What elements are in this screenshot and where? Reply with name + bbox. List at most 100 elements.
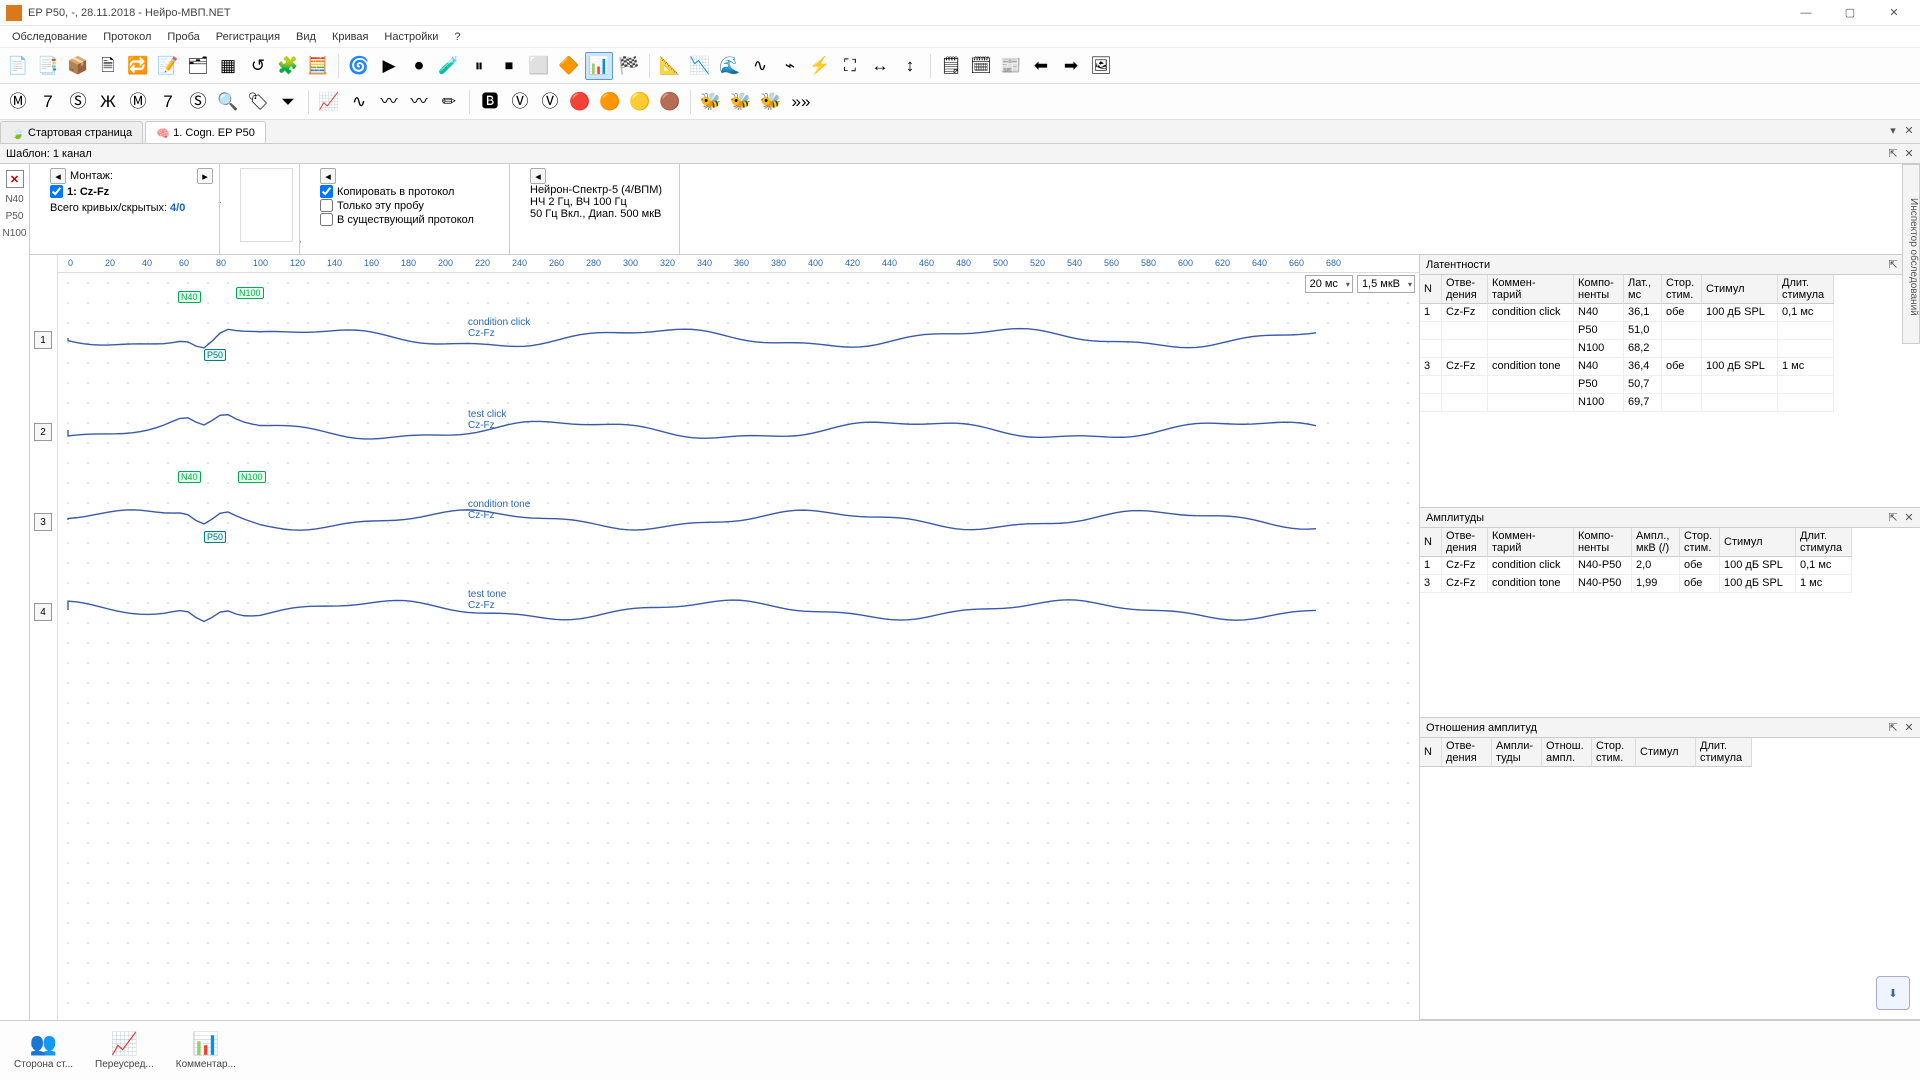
trace-num-1[interactable]: 1	[34, 331, 52, 349]
bottom-Сторона ст...[interactable]: 👥Сторона ст...	[10, 1029, 77, 1072]
toolbar1-btn-24[interactable]: 📉	[686, 52, 714, 80]
latgrid-cell[interactable]: 68,2	[1624, 340, 1662, 358]
ratiogrid-header[interactable]: Отве- дения	[1442, 738, 1492, 767]
latgrid-cell[interactable]: обе	[1662, 304, 1702, 322]
toolbar1-btn-10[interactable]: 🧮	[304, 52, 332, 80]
latgrid-cell[interactable]	[1662, 376, 1702, 394]
toolbar1-btn-30[interactable]: ↔	[866, 52, 894, 80]
toolbar1-btn-0[interactable]: 📄	[4, 52, 32, 80]
menu-Проба[interactable]: Проба	[159, 26, 207, 47]
ampgrid-cell[interactable]: N40-P50	[1574, 557, 1632, 575]
toolbar2-btn-15[interactable]: ✏	[435, 88, 463, 116]
latgrid-cell[interactable]	[1488, 322, 1574, 340]
toolbar2-btn-4[interactable]: Ⓜ	[124, 88, 152, 116]
ampgrid-cell[interactable]: 1,99	[1632, 575, 1680, 593]
latgrid-cell[interactable]: condition tone	[1488, 358, 1574, 376]
toolbar2-btn-12[interactable]: ∿	[345, 88, 373, 116]
bottom-Переусред...[interactable]: 📈Переусред...	[91, 1029, 158, 1072]
latgrid-cell[interactable]: N100	[1574, 340, 1624, 358]
ampgrid-cell[interactable]: 1 мс	[1796, 575, 1852, 593]
latgrid-cell[interactable]	[1442, 394, 1488, 412]
toolbar2-btn-21[interactable]: 🟠	[596, 88, 624, 116]
latgrid-cell[interactable]	[1662, 340, 1702, 358]
toolbar1-btn-28[interactable]: ⚡	[806, 52, 834, 80]
comments-input[interactable]	[240, 168, 293, 242]
toolbar2-btn-0[interactable]: Ⓜ	[4, 88, 32, 116]
toolbar1-btn-19[interactable]: 🔶	[555, 52, 583, 80]
waveform-area[interactable]: 1234 02040608010012014016018020022024026…	[30, 255, 1420, 1020]
trace-num-3[interactable]: 3	[34, 513, 52, 531]
ampgrid-cell[interactable]: обе	[1680, 557, 1720, 575]
latgrid-cell[interactable]: N40	[1574, 358, 1624, 376]
ampgrid-cell[interactable]: 2,0	[1632, 557, 1680, 575]
latgrid-cell[interactable]	[1488, 394, 1574, 412]
amplitude-close-icon[interactable]: ✕	[1902, 510, 1916, 524]
toolbar2-btn-2[interactable]: Ⓢ	[64, 88, 92, 116]
toolbar2-btn-23[interactable]: 🟤	[656, 88, 684, 116]
scroll-down-button[interactable]: ⬇	[1876, 976, 1910, 1010]
latgrid-header[interactable]: Стор. стим.	[1662, 275, 1702, 304]
amp-prev-button[interactable]: ◂	[530, 168, 546, 184]
toolbar2-btn-22[interactable]: 🟡	[626, 88, 654, 116]
toolbar1-btn-17[interactable]: ⏹	[495, 52, 523, 80]
toolbar1-btn-9[interactable]: 🧩	[274, 52, 302, 80]
latgrid-cell[interactable]	[1662, 322, 1702, 340]
latgrid-cell[interactable]: 100 дБ SPL	[1702, 358, 1778, 376]
toolbar1-btn-23[interactable]: 📐	[656, 52, 684, 80]
protocol-opt1-checkbox[interactable]	[320, 185, 333, 198]
ampgrid-cell[interactable]: 3	[1420, 575, 1442, 593]
latgrid-cell[interactable]: 0,1 мс	[1778, 304, 1834, 322]
latgrid-cell[interactable]	[1778, 394, 1834, 412]
tabs-close-icon[interactable]: ✕	[1902, 123, 1916, 137]
toolbar1-btn-38[interactable]: 🖼	[1087, 52, 1115, 80]
latgrid-cell[interactable]: Cz-Fz	[1442, 304, 1488, 322]
toolbar2-btn-9[interactable]: ⏷	[274, 88, 302, 116]
toolbar1-btn-35[interactable]: 📰	[997, 52, 1025, 80]
channel-1-checkbox[interactable]	[50, 185, 63, 198]
latgrid-cell[interactable]	[1778, 340, 1834, 358]
latgrid-cell[interactable]	[1662, 394, 1702, 412]
toolbar2-btn-3[interactable]: Ж	[94, 88, 122, 116]
latgrid-cell[interactable]	[1420, 376, 1442, 394]
ampgrid-header[interactable]: Компо- ненты	[1574, 528, 1632, 557]
latgrid-cell[interactable]	[1442, 322, 1488, 340]
ampgrid-header[interactable]: Коммен- тарий	[1488, 528, 1574, 557]
tab-Стартовая страница[interactable]: 🍃Стартовая страница	[0, 121, 143, 143]
latgrid-cell[interactable]: P50	[1574, 376, 1624, 394]
toolbar1-btn-26[interactable]: ∿	[746, 52, 774, 80]
latgrid-cell[interactable]	[1420, 322, 1442, 340]
ampgrid-header[interactable]: Ампл., мкВ (/)	[1632, 528, 1680, 557]
latgrid-cell[interactable]	[1420, 340, 1442, 358]
minimize-button[interactable]: —	[1786, 2, 1826, 24]
toolbar2-btn-19[interactable]: Ⓥ	[536, 88, 564, 116]
toolbar2-btn-8[interactable]: 🏷	[244, 88, 272, 116]
protocol-opt2-checkbox[interactable]	[320, 199, 333, 212]
ampgrid-cell[interactable]: N40-P50	[1574, 575, 1632, 593]
latgrid-cell[interactable]	[1442, 376, 1488, 394]
protocol-opt3-checkbox[interactable]	[320, 213, 333, 226]
toolbar2-btn-25[interactable]: 🐝	[697, 88, 725, 116]
toolbar1-btn-6[interactable]: 🗂	[184, 52, 212, 80]
ampgrid-cell[interactable]: обе	[1680, 575, 1720, 593]
toolbar1-btn-31[interactable]: ↕	[896, 52, 924, 80]
channels-next-button[interactable]: ▸	[197, 168, 213, 184]
toolbar1-btn-27[interactable]: ⌁	[776, 52, 804, 80]
gutter-label-n100[interactable]: N100	[0, 228, 29, 239]
toolbar1-btn-4[interactable]: 🔁	[124, 52, 152, 80]
bottom-Комментар...[interactable]: 📊Комментар...	[172, 1029, 240, 1072]
toolbar2-btn-27[interactable]: 🐝	[757, 88, 785, 116]
ratiogrid-header[interactable]: Ампли- туды	[1492, 738, 1542, 767]
protocol-prev-button[interactable]: ◂	[320, 168, 336, 184]
toolbar1-btn-14[interactable]: ⏺	[405, 52, 433, 80]
toolbar2-btn-20[interactable]: 🔴	[566, 88, 594, 116]
gutter-close-button[interactable]: ✕	[6, 170, 24, 188]
latgrid-header[interactable]: Лат., мс	[1624, 275, 1662, 304]
latgrid-cell[interactable]	[1778, 376, 1834, 394]
menu-Вид[interactable]: Вид	[288, 26, 324, 47]
ampl-scale-select[interactable]: 1,5 мкВ	[1357, 275, 1415, 293]
toolbar1-btn-3[interactable]: 🗎	[94, 52, 122, 80]
toolbar2-btn-14[interactable]: 〰	[405, 88, 433, 116]
ratiogrid-header[interactable]: N	[1420, 738, 1442, 767]
ratiogrid-header[interactable]: Отнош. ампл.	[1542, 738, 1592, 767]
toolbar1-btn-13[interactable]: ▶	[375, 52, 403, 80]
